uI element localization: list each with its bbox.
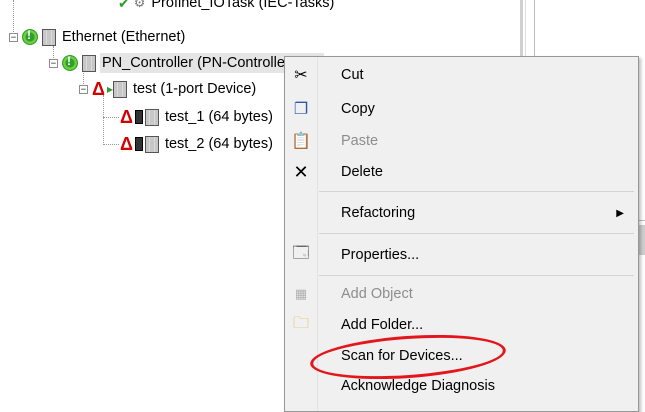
copy-icon: ❐: [293, 101, 309, 118]
tree-item-label: test (1-port Device): [132, 81, 257, 97]
folder-icon: 🗀: [292, 314, 309, 332]
tree-item-label: Ethernet (Ethernet): [62, 29, 186, 45]
collapse-icon[interactable]: −: [9, 32, 18, 42]
tree-item-ethernet[interactable]: − Ethernet (Ethernet): [9, 26, 187, 48]
module-icon: [134, 137, 143, 151]
menu-item-label: Paste: [341, 133, 379, 149]
menu-item-properties[interactable]: 🗔 Properties...: [285, 242, 638, 268]
collapse-icon[interactable]: −: [79, 84, 88, 94]
device-icon: [112, 80, 127, 98]
menu-item-cut[interactable]: ✂ Cut: [285, 62, 638, 88]
x-icon: ✕: [293, 161, 309, 182]
menu-item-label: Cut: [341, 67, 364, 83]
tree-item-profinet-iotask[interactable]: ✔ ⚙ Profinet_IOTask (IEC-Tasks): [118, 0, 336, 14]
status-gear-icon: [62, 54, 78, 71]
paste-icon: 📋: [291, 133, 311, 150]
warning-icon: Δ: [92, 79, 105, 99]
menu-item-copy[interactable]: ❐ Copy: [285, 96, 638, 122]
menu-item-paste[interactable]: 📋 Paste: [285, 128, 638, 154]
menu-separator: [319, 275, 634, 276]
submenu-arrow-icon: ▶: [616, 207, 624, 219]
warning-icon: Δ: [120, 107, 133, 127]
tree-item-test-1[interactable]: Δ test_1 (64 bytes): [120, 106, 275, 128]
tree-connector: [103, 117, 119, 118]
task-icon: ⚙: [133, 0, 146, 10]
menu-separator: [319, 233, 634, 234]
device-icon: [82, 54, 96, 72]
scissors-icon: ✂: [294, 67, 308, 84]
menu-item-add-object[interactable]: ▦ Add Object: [285, 281, 638, 307]
menu-item-refactoring[interactable]: Refactoring ▶: [285, 200, 638, 226]
check-icon: ✔: [118, 0, 130, 11]
menu-item-label: Acknowledge Diagnosis: [341, 378, 495, 394]
menu-item-label: Delete: [341, 164, 383, 180]
menu-item-label: Properties...: [341, 247, 420, 263]
menu-item-delete[interactable]: ✕ Delete: [285, 159, 638, 185]
menu-item-label: Add Object: [341, 286, 413, 302]
menu-item-add-folder[interactable]: 🗀 Add Folder...: [285, 312, 638, 338]
properties-icon: 🗔: [292, 244, 310, 262]
device-icon: [144, 135, 159, 153]
status-gear-icon: [22, 28, 38, 45]
tree-item-pn-controller[interactable]: − PN_Controller (PN-Controller): [49, 52, 324, 74]
device-icon: [42, 28, 56, 46]
tree-item-label: Profinet_IOTask (IEC-Tasks): [151, 0, 335, 11]
menu-item-acknowledge-diagnosis[interactable]: Acknowledge Diagnosis: [285, 373, 638, 399]
menu-item-label: Refactoring: [341, 205, 416, 221]
warning-icon: Δ: [120, 134, 133, 154]
menu-item-label: Copy: [341, 101, 375, 117]
tree-item-test-2[interactable]: Δ test_2 (64 bytes): [120, 133, 275, 155]
device-icon: [144, 108, 159, 126]
tree-connector: [103, 144, 119, 145]
tree-item-test[interactable]: − Δ ▸ test (1-port Device): [79, 78, 258, 100]
menu-item-label: Add Folder...: [341, 317, 424, 333]
collapse-icon[interactable]: −: [49, 58, 58, 68]
tree-item-label: test_1 (64 bytes): [164, 109, 273, 125]
add-object-icon: ▦: [294, 286, 308, 301]
tree-item-label: test_2 (64 bytes): [164, 136, 273, 152]
module-icon: [134, 110, 143, 124]
menu-separator: [319, 191, 634, 192]
tree-connector: [103, 95, 104, 145]
